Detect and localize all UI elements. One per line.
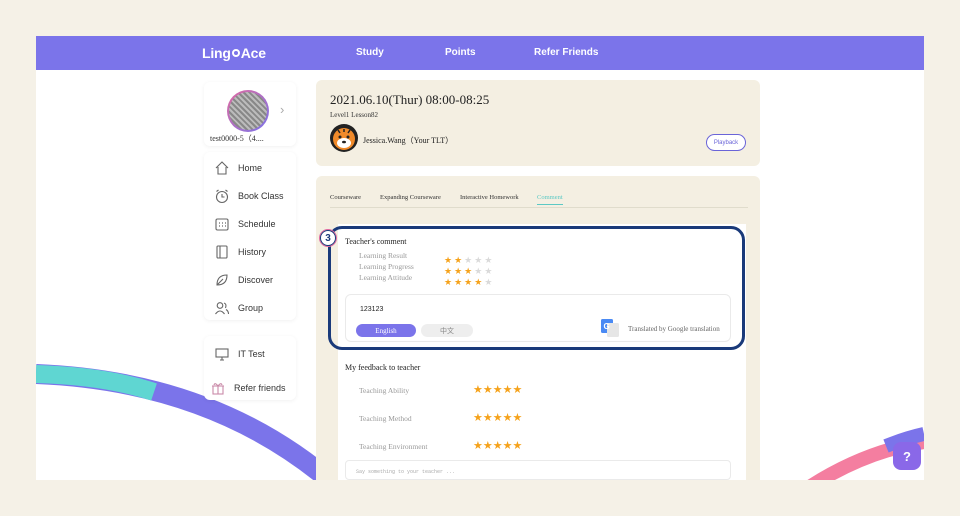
rating-label: Teaching Environment (359, 442, 428, 451)
learning-attitude-stars: ★ ★ ★ ★ ★ (444, 272, 494, 290)
star-icon[interactable]: ★ (483, 384, 493, 396)
teaching-ability-stars[interactable]: ★★★★★ (473, 380, 522, 398)
star-icon: ★ (454, 277, 463, 287)
teacher-name: Jessica.Wang（Your TLT） (363, 136, 454, 145)
nav-study[interactable]: Study (356, 47, 384, 58)
star-icon[interactable]: ★ (503, 440, 513, 452)
star-icon[interactable]: ★ (473, 440, 483, 452)
teaching-environment-stars[interactable]: ★★★★★ (473, 436, 522, 454)
teaching-method-stars[interactable]: ★★★★★ (473, 408, 522, 426)
sidebar-item-label: Group (238, 303, 264, 313)
feedback-title: My feedback to teacher (345, 363, 421, 372)
sidebar-item-label: Schedule (238, 219, 276, 229)
gift-icon (212, 383, 224, 395)
leaf-icon (216, 274, 228, 286)
sidebar-item-label: IT Test (238, 349, 265, 359)
star-icon[interactable]: ★ (493, 384, 503, 396)
sidebar-item-label: Book Class (238, 191, 284, 201)
calendar-icon (215, 218, 229, 231)
star-icon[interactable]: ★ (513, 412, 523, 424)
sidebar-item-label: Home (238, 163, 263, 173)
sidebar-item-book-class[interactable]: Book Class (214, 186, 294, 206)
sidebar-item-group[interactable]: Group (214, 298, 294, 318)
lesson-name: Level1 Lesson82 (330, 111, 379, 119)
rating-label: Learning Attitude (359, 273, 413, 282)
teacher-comment-text-box: 123123 English 中文 G Translated by Google… (345, 294, 731, 342)
star-icon[interactable]: ★ (483, 440, 493, 452)
sidebar-item-label: Refer friends (234, 383, 286, 393)
sidebar-item-home[interactable]: Home (214, 158, 294, 178)
tab-comment[interactable]: Comment (537, 194, 563, 205)
sidebar-item-it-test[interactable]: IT Test (214, 344, 294, 364)
star-icon[interactable]: ★ (493, 412, 503, 424)
rating-label: Learning Result (359, 251, 408, 260)
sidebar-item-refer-friends[interactable]: Refer friends (210, 378, 290, 398)
teacher-avatar (330, 124, 358, 152)
tab-interactive-homework[interactable]: Interactive Homework (460, 194, 519, 201)
top-nav-bar: Ling Ace Study Points Refer Friends (36, 36, 924, 70)
rating-label: Teaching Ability (359, 386, 410, 395)
sidebar-item-discover[interactable]: Discover (214, 270, 294, 290)
clock-icon (215, 189, 229, 204)
star-icon[interactable]: ★ (483, 412, 493, 424)
star-icon[interactable]: ★ (513, 384, 523, 396)
language-english-button[interactable]: English (356, 324, 416, 337)
playback-button[interactable]: Playback (706, 134, 746, 151)
profile-card[interactable]: › test0000-5（4.... (204, 82, 296, 146)
star-icon[interactable]: ★ (473, 384, 483, 396)
svg-text:G: G (604, 322, 610, 331)
sidebar-extra-card: IT Test Refer friends (204, 336, 296, 400)
teacher-comment-text: 123123 (360, 306, 384, 313)
language-chinese-button[interactable]: 中文 (421, 324, 473, 337)
star-icon: ★ (484, 277, 493, 287)
lesson-datetime: 2021.06.10(Thur) 08:00-08:25 (330, 92, 490, 107)
lesson-card: 2021.06.10(Thur) 08:00-08:25 Level1 Less… (316, 80, 760, 166)
translated-by-label: Translated by Google translation (628, 325, 720, 333)
feedback-textarea[interactable]: Say something to your teacher ... (345, 460, 731, 480)
tab-courseware[interactable]: Courseware (330, 194, 361, 201)
nav-points[interactable]: Points (445, 47, 476, 58)
chevron-right-icon[interactable]: › (280, 102, 284, 117)
lingoace-logo[interactable]: Ling Ace (202, 45, 266, 61)
sidebar-menu: Home Book Class Schedule History Discove… (204, 152, 296, 320)
teacher-comment-title: Teacher's comment (345, 237, 407, 246)
profile-name: test0000-5（4.... (210, 134, 264, 143)
rating-label: Learning Progress (359, 262, 414, 271)
star-icon[interactable]: ★ (503, 384, 513, 396)
google-translate-icon: G (601, 319, 619, 337)
users-icon (215, 302, 230, 315)
sidebar-item-label: History (238, 247, 267, 257)
star-icon: ★ (464, 277, 473, 287)
nav-refer-friends[interactable]: Refer Friends (534, 47, 598, 58)
star-icon: ★ (474, 277, 483, 287)
sidebar-item-schedule[interactable]: Schedule (214, 214, 294, 234)
star-icon: ★ (444, 277, 453, 287)
step-badge: 3 (320, 230, 336, 246)
tab-expanding-courseware[interactable]: Expanding Courseware (380, 194, 441, 201)
sidebar-item-history[interactable]: History (214, 242, 294, 262)
monitor-icon (215, 348, 229, 361)
rating-label: Teaching Method (359, 414, 412, 423)
help-button[interactable]: ? (893, 442, 921, 470)
book-icon (216, 245, 228, 259)
avatar[interactable] (227, 90, 269, 132)
lesson-tabs: Courseware Expanding Courseware Interact… (330, 194, 748, 208)
star-icon[interactable]: ★ (473, 412, 483, 424)
star-icon[interactable]: ★ (513, 440, 523, 452)
home-icon (215, 161, 229, 175)
star-icon[interactable]: ★ (503, 412, 513, 424)
sidebar-item-label: Discover (238, 275, 274, 285)
star-icon[interactable]: ★ (493, 440, 503, 452)
